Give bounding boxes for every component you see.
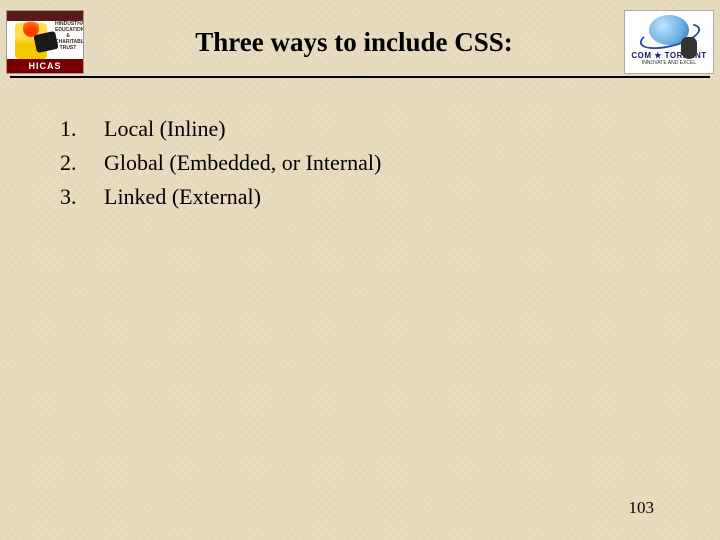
com-torrent-logo: COM ★ TORRENT INNOVATE AND EXCEL (624, 10, 714, 74)
list-item: 3. Linked (External) (60, 180, 692, 214)
slide-title: Three ways to include CSS: (92, 27, 616, 58)
list-item-number: 2. (60, 146, 104, 180)
hicas-logo: HINDUSTHAN EDUCATIONAL & CHARITABLE TRUS… (6, 10, 84, 74)
slide-header: HINDUSTHAN EDUCATIONAL & CHARITABLE TRUS… (0, 0, 720, 76)
list-item-number: 1. (60, 112, 104, 146)
list-item-text: Linked (External) (104, 180, 261, 214)
com-torrent-tagline: INNOVATE AND EXCEL (642, 60, 696, 66)
list-item-text: Local (Inline) (104, 112, 226, 146)
list-item: 2. Global (Embedded, or Internal) (60, 146, 692, 180)
hicas-logo-side-text: HINDUSTHAN EDUCATIONAL & CHARITABLE TRUS… (55, 21, 81, 51)
page-number: 103 (629, 498, 655, 518)
list-item-number: 3. (60, 180, 104, 214)
hicas-logo-label: HICAS (7, 59, 83, 73)
mouse-icon (681, 37, 697, 59)
list-item: 1. Local (Inline) (60, 112, 692, 146)
slide-content: 1. Local (Inline) 2. Global (Embedded, o… (0, 78, 720, 214)
title-wrap: Three ways to include CSS: (84, 27, 624, 58)
list-item-text: Global (Embedded, or Internal) (104, 146, 381, 180)
